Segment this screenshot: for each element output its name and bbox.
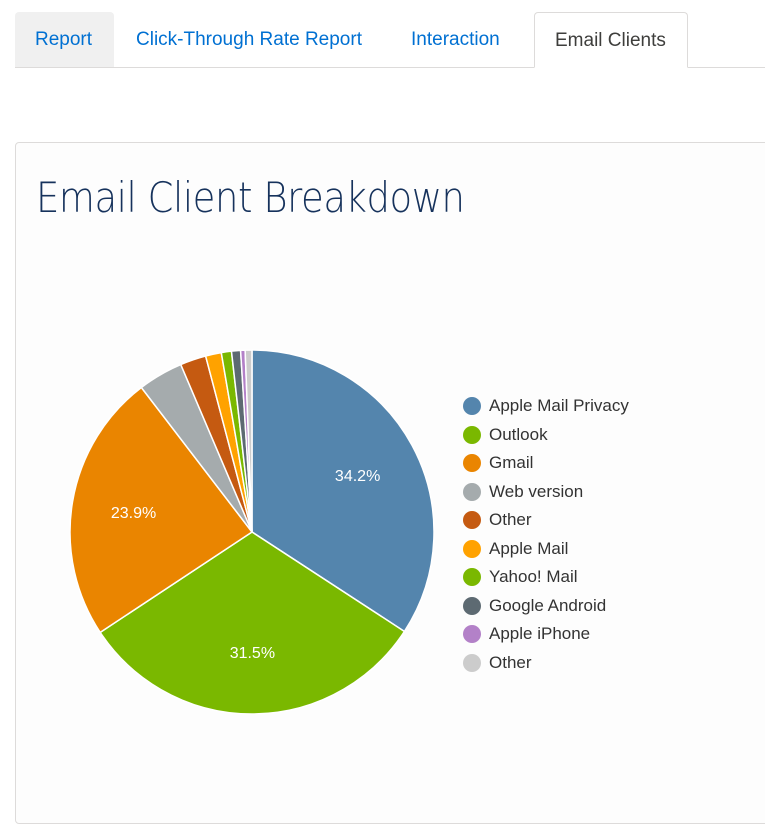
legend-item[interactable]: Google Android xyxy=(463,592,629,621)
pie-data-label: 31.5% xyxy=(230,645,275,662)
legend-item[interactable]: Outlook xyxy=(463,421,629,450)
legend-label: Apple Mail Privacy xyxy=(489,396,629,416)
legend-swatch-icon xyxy=(463,511,481,530)
legend-item[interactable]: Gmail xyxy=(463,449,629,478)
chart-legend: Apple Mail Privacy Outlook Gmail Web versio… xyxy=(463,392,629,677)
legend-swatch-icon xyxy=(463,596,481,615)
legend-swatch-icon xyxy=(463,568,481,587)
legend-label: Apple Mail xyxy=(489,538,569,558)
legend-swatch-icon xyxy=(463,454,481,473)
legend-item[interactable]: Apple Mail xyxy=(463,535,629,564)
legend-label: Google Android xyxy=(489,595,607,615)
legend-item[interactable]: Apple iPhone xyxy=(463,620,629,649)
legend-item[interactable]: Apple Mail Privacy xyxy=(463,392,629,421)
legend-swatch-icon xyxy=(463,397,481,416)
legend-label: Other xyxy=(489,652,532,672)
legend-swatch-icon xyxy=(463,625,481,644)
legend-label: Web version xyxy=(489,481,584,501)
legend-swatch-icon xyxy=(463,539,481,558)
legend-item[interactable]: Web version xyxy=(463,478,629,507)
legend-item[interactable]: Other xyxy=(463,506,629,535)
legend-label: Outlook xyxy=(489,424,548,444)
legend-label: Yahoo! Mail xyxy=(489,567,578,587)
pie-data-label: 34.2% xyxy=(335,468,380,485)
legend-swatch-icon xyxy=(463,653,481,672)
legend-label: Other xyxy=(489,510,532,530)
legend-label: Gmail xyxy=(489,453,534,473)
pie-data-label: 23.9% xyxy=(111,505,156,522)
legend-item[interactable]: Yahoo! Mail xyxy=(463,563,629,592)
legend-swatch-icon xyxy=(463,425,481,444)
legend-item[interactable]: Other xyxy=(463,649,629,678)
pie-chart: 34.2% 31.5% 23.9% xyxy=(69,349,435,715)
legend-label: Apple iPhone xyxy=(489,624,591,644)
legend-swatch-icon xyxy=(463,482,481,501)
